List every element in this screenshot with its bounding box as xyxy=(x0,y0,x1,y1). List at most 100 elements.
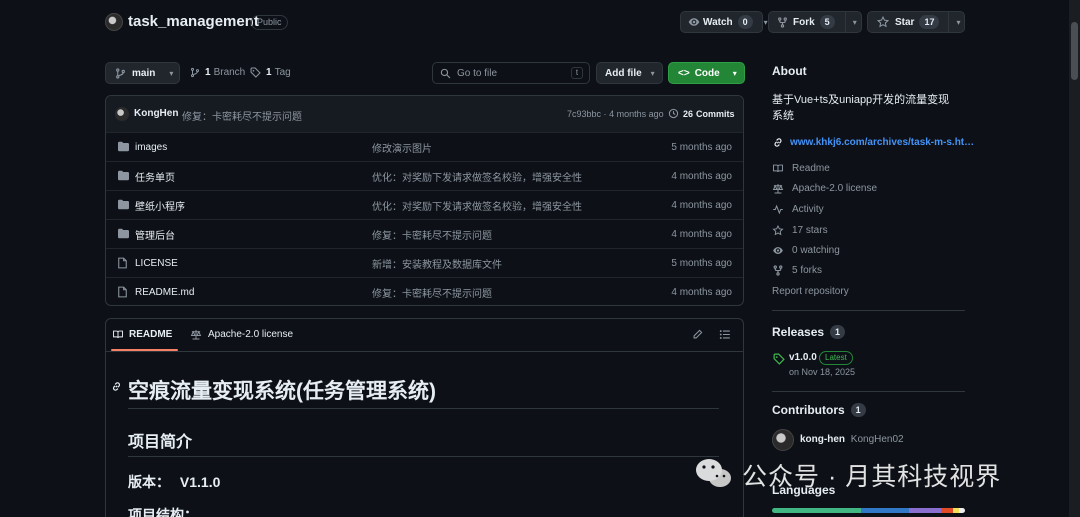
file-commit-message[interactable]: 修改演示图片 xyxy=(372,140,432,155)
license-tab-label: Apache-2.0 license xyxy=(208,329,294,340)
star-icon xyxy=(877,16,889,28)
anchor-link-icon[interactable] xyxy=(111,381,122,395)
folder-icon xyxy=(117,170,130,181)
readme-divider xyxy=(106,351,743,352)
branch-selector[interactable]: main ▾ xyxy=(105,62,180,84)
file-commit-message[interactable]: 修复：卡密耗尽不提示问题 xyxy=(372,227,492,242)
file-name[interactable]: 壁纸小程序 xyxy=(135,198,185,213)
repo-avatar[interactable] xyxy=(105,13,123,31)
chevron-down-icon[interactable]: ▾ xyxy=(956,18,960,27)
fork-icon xyxy=(772,265,786,276)
language-segment xyxy=(959,508,965,513)
watch-count: 0 xyxy=(737,15,753,29)
file-commit-message[interactable]: 新增：安装教程及数据库文件 xyxy=(372,256,502,271)
commits-count: 26 xyxy=(683,108,694,119)
tags-count: 1 xyxy=(266,67,272,78)
commit-message[interactable]: 修复：卡密耗尽不提示问题 xyxy=(182,108,302,123)
fork-icon xyxy=(777,16,788,28)
commit-avatar[interactable] xyxy=(115,107,129,121)
about-website[interactable]: www.khkj6.com/archives/task-m-s.ht… xyxy=(772,137,974,148)
about-watching[interactable]: 0 watching xyxy=(772,245,840,256)
releases-heading[interactable]: Releases 1 xyxy=(772,325,846,339)
commit-time: 4 months ago xyxy=(609,109,664,119)
license-tab[interactable]: Apache-2.0 license xyxy=(190,329,293,340)
about-activity-label: Activity xyxy=(792,204,824,215)
about-readme-label: Readme xyxy=(792,163,830,174)
branch-icon xyxy=(190,67,200,78)
version-label: 版本： xyxy=(128,474,170,490)
add-file-button[interactable]: Add file ▾ xyxy=(596,62,663,84)
commit-author[interactable]: KongHen xyxy=(134,108,178,119)
star-label: Star xyxy=(895,16,915,28)
file-name[interactable]: 管理后台 xyxy=(135,227,175,242)
star-count: 17 xyxy=(919,15,940,29)
scrollbar[interactable] xyxy=(1069,0,1080,517)
commit-hash[interactable]: 7c93bbc xyxy=(567,109,601,119)
contributors-heading-label: Contributors xyxy=(772,403,845,417)
file-commit-message[interactable]: 修复：卡密耗尽不提示问题 xyxy=(372,285,492,300)
tag-icon xyxy=(250,67,261,78)
file-commit-message[interactable]: 优化：对奖励下发请求做签名校验，增强安全性 xyxy=(372,169,582,184)
fork-count: 5 xyxy=(819,15,835,29)
file-name[interactable]: LICENSE xyxy=(135,258,178,269)
commits-label: Commits xyxy=(696,108,735,119)
watch-label: Watch xyxy=(703,16,733,28)
link-icon xyxy=(772,137,784,148)
scrollbar-thumb[interactable] xyxy=(1071,22,1078,80)
file-row[interactable]: LICENSE 新增：安装教程及数据库文件 5 months ago xyxy=(106,248,743,277)
wechat-icon xyxy=(694,456,734,495)
about-link-text[interactable]: www.khkj6.com/archives/task-m-s.ht… xyxy=(790,137,974,148)
version-value: V1.1.0 xyxy=(179,474,221,490)
contributors-heading[interactable]: Contributors 1 xyxy=(772,403,866,417)
about-license-label: Apache-2.0 license xyxy=(792,183,878,194)
readme-tab[interactable]: README xyxy=(112,329,172,340)
file-row[interactable]: images 修改演示图片 5 months ago xyxy=(106,132,743,161)
about-forks[interactable]: 5 forks xyxy=(772,265,822,276)
commits-link[interactable]: 26 Commits xyxy=(668,108,735,119)
fork-label: Fork xyxy=(793,16,815,28)
commit-meta: 7c93bbc · 4 months ago xyxy=(567,109,664,119)
repo-name[interactable]: task_management xyxy=(128,13,259,30)
about-license[interactable]: Apache-2.0 license xyxy=(772,183,877,194)
readme-title: 空痕流量变现系统(任务管理系统) xyxy=(128,380,436,403)
star-button[interactable]: Star 17 ▾ xyxy=(867,11,965,33)
language-segment xyxy=(861,508,909,513)
contributors-count: 1 xyxy=(850,403,866,417)
readme-title-rule xyxy=(128,408,719,409)
chevron-down-icon[interactable]: ▾ xyxy=(853,18,857,27)
outline-icon[interactable] xyxy=(719,329,731,343)
release-tag[interactable]: v1.0.0 xyxy=(789,352,817,363)
file-row[interactable]: 壁纸小程序 优化：对奖励下发请求做签名校验，增强安全性 4 months ago xyxy=(106,190,743,219)
readme-h2: 项目简介 xyxy=(128,434,193,451)
code-button[interactable]: <> Code ▾ xyxy=(668,62,745,84)
file-name[interactable]: 任务单页 xyxy=(135,169,175,184)
file-row[interactable]: 任务单页 优化：对奖励下发请求做签名校验，增强安全性 4 months ago xyxy=(106,161,743,190)
contributor-avatar[interactable] xyxy=(772,429,794,451)
scale-icon xyxy=(190,329,202,340)
go-to-file-input[interactable]: Go to file t xyxy=(432,62,590,84)
watch-button[interactable]: Watch 0 ▾ xyxy=(680,11,768,33)
about-stars[interactable]: 17 stars xyxy=(772,225,828,236)
about-activity[interactable]: Activity xyxy=(772,204,824,215)
commit-dot: · xyxy=(603,109,607,119)
file-row[interactable]: 管理后台 修复：卡密耗尽不提示问题 4 months ago xyxy=(106,219,743,248)
readme-tab-label: README xyxy=(129,329,173,340)
about-readme[interactable]: Readme xyxy=(772,163,830,174)
fork-button[interactable]: Fork 5 ▾ xyxy=(768,11,862,33)
readme-h2-rule xyxy=(128,456,719,457)
contributor-entry[interactable]: kong-hen KongHen02 xyxy=(800,434,904,445)
about-watching-label: 0 watching xyxy=(792,245,840,256)
file-name[interactable]: images xyxy=(135,142,167,153)
visibility-badge: Public xyxy=(251,15,288,30)
file-name[interactable]: README.md xyxy=(135,287,194,298)
readme-structure: 项目结构： xyxy=(128,507,198,517)
report-repository-link[interactable]: Report repository xyxy=(772,286,849,297)
file-commit-message[interactable]: 优化：对奖励下发请求做签名校验，增强安全性 xyxy=(372,198,582,213)
tags-link[interactable]: 1 Tag xyxy=(250,67,291,78)
watermark-text: 公众号 · 月其科技视界 xyxy=(742,463,1002,491)
latest-badge: Latest xyxy=(819,351,853,365)
branches-link[interactable]: 1 Branch xyxy=(190,67,245,78)
file-row[interactable]: README.md 修复：卡密耗尽不提示问题 4 months ago xyxy=(106,277,743,306)
releases-count: 1 xyxy=(830,325,846,339)
edit-icon[interactable] xyxy=(692,329,703,343)
